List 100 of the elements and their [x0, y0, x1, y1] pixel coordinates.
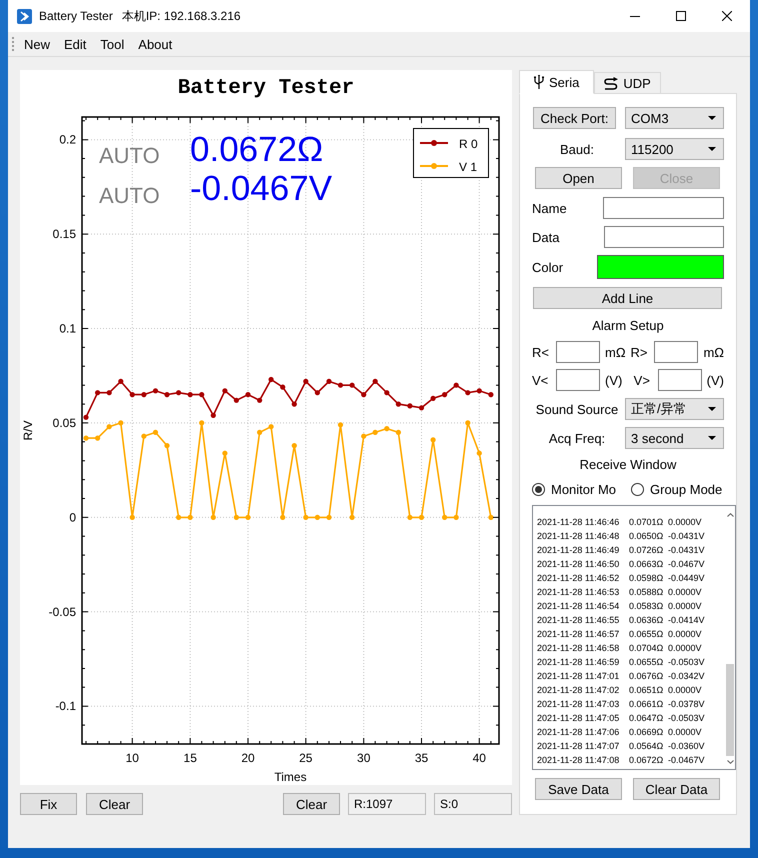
axis-tick-label: 10: [126, 751, 139, 765]
tab[interactable]: Seria: [519, 70, 594, 94]
point: [188, 392, 193, 398]
log-resistance: 0.0655Ω: [629, 656, 664, 669]
data-input[interactable]: [604, 226, 724, 248]
caret-icon: [708, 407, 716, 411]
menu-item[interactable]: Tool: [93, 33, 132, 55]
point: [303, 378, 308, 384]
reading-value: -0.0467V: [190, 169, 332, 208]
close-icon: [722, 11, 732, 21]
log-resistance: 0.0651Ω: [629, 684, 664, 697]
point: [292, 402, 297, 407]
axis-tick-label: 15: [184, 751, 197, 765]
tab[interactable]: UDP: [594, 72, 661, 94]
point: [418, 405, 424, 410]
menu-item[interactable]: New: [17, 33, 58, 55]
check-port-button[interactable]: Check Port:: [533, 107, 616, 129]
axis-tick-label: 30: [357, 751, 370, 765]
point: [130, 514, 135, 520]
limit-label: R>: [630, 344, 648, 360]
unit-label: (V): [605, 372, 622, 388]
color-label: Color: [532, 260, 564, 274]
window-title: Battery Tester: [39, 9, 113, 23]
log-voltage: 0.0000V: [668, 516, 703, 529]
log-time: 2021-11-28 11:46:59: [537, 656, 620, 669]
point: [418, 514, 424, 520]
scroll-down-icon[interactable]: [726, 760, 734, 764]
data-label: Data: [532, 230, 560, 244]
color-swatch-icon[interactable]: [597, 255, 724, 279]
log-voltage: -0.0503V: [668, 656, 706, 669]
mode-radio[interactable]: Monitor Mo: [532, 481, 631, 497]
point: [106, 390, 112, 396]
clear-data-button[interactable]: Clear Data: [633, 778, 720, 800]
point: [152, 430, 158, 435]
axis-tick-label: 20: [241, 751, 255, 765]
caret-icon: [708, 147, 716, 151]
point: [268, 424, 274, 430]
log-resistance: 0.0647Ω: [629, 712, 664, 725]
log-voltage: -0.0467V: [668, 754, 706, 767]
scroll-up-icon[interactable]: [726, 513, 734, 517]
log-voltage: 0.0000V: [668, 726, 703, 739]
mode-radio[interactable]: Group Mode: [631, 481, 722, 497]
log-time: 2021-11-28 11:46:48: [537, 530, 620, 543]
chart-title: Battery Tester: [178, 77, 354, 100]
scrollbar-thumb[interactable]: [726, 664, 734, 756]
limit-label: V>: [634, 372, 651, 388]
point: [176, 390, 182, 396]
axis-title: R/V: [21, 420, 35, 440]
app-icon: [17, 8, 32, 24]
point: [83, 414, 89, 420]
point: [199, 420, 204, 426]
save-data-button[interactable]: Save Data: [535, 778, 622, 800]
log-resistance: 0.0650Ω: [629, 530, 664, 543]
port-dropdown[interactable]: COM3: [625, 107, 724, 129]
frequency-dropdown[interactable]: 3 second: [625, 427, 724, 449]
point: [164, 443, 170, 448]
log-time: 2021-11-28 11:46:58: [537, 642, 620, 655]
log-voltage: -0.0342V: [668, 670, 706, 683]
menu-item[interactable]: Edit: [57, 33, 94, 55]
add-line-button[interactable]: Add Line: [533, 287, 722, 309]
clear-button[interactable]: Clear: [283, 793, 340, 815]
point: [465, 420, 470, 426]
point: [372, 430, 378, 435]
counter-field: S:0: [434, 793, 512, 815]
axis-tick-label: 0.1: [59, 322, 76, 336]
log-time: 2021-11-28 11:47:06: [537, 726, 620, 739]
log-time: 2021-11-28 11:46:53: [537, 586, 620, 599]
counter-field: R:1097: [348, 793, 426, 815]
clear-button[interactable]: Clear: [86, 793, 143, 815]
log-voltage: -0.0467V: [668, 558, 706, 571]
log-resistance: 0.0564Ω: [629, 740, 664, 753]
limit-input[interactable]: [654, 341, 698, 363]
log-time: 2021-11-28 11:47:07: [537, 740, 620, 753]
point: [141, 434, 146, 439]
limit-input[interactable]: [556, 369, 600, 391]
axis-title: Times: [274, 770, 307, 784]
fix-button[interactable]: Fix: [20, 793, 77, 815]
point: [210, 412, 216, 418]
point: [106, 424, 112, 430]
ip-address-label: 本机IP: 192.168.3.216: [122, 8, 241, 24]
point: [268, 376, 274, 382]
log-voltage: 0.0000V: [668, 642, 703, 655]
limit-label: R<: [532, 344, 550, 360]
point: [280, 384, 286, 390]
point: [130, 392, 135, 398]
limit-input[interactable]: [658, 369, 702, 391]
menu-item[interactable]: About: [131, 33, 180, 55]
sound-source-dropdown[interactable]: 正常/异常: [625, 398, 724, 420]
point: [361, 434, 366, 439]
name-input[interactable]: [603, 197, 724, 219]
usb-icon: [534, 75, 544, 89]
point: [454, 514, 459, 520]
unit-label: mΩ: [703, 344, 724, 360]
limit-input[interactable]: [556, 341, 600, 363]
point: [245, 514, 251, 520]
baud-dropdown[interactable]: 115200: [625, 138, 724, 160]
point: [118, 420, 124, 426]
open-button[interactable]: Open: [535, 167, 622, 189]
point: [476, 388, 482, 394]
point: [141, 392, 146, 398]
